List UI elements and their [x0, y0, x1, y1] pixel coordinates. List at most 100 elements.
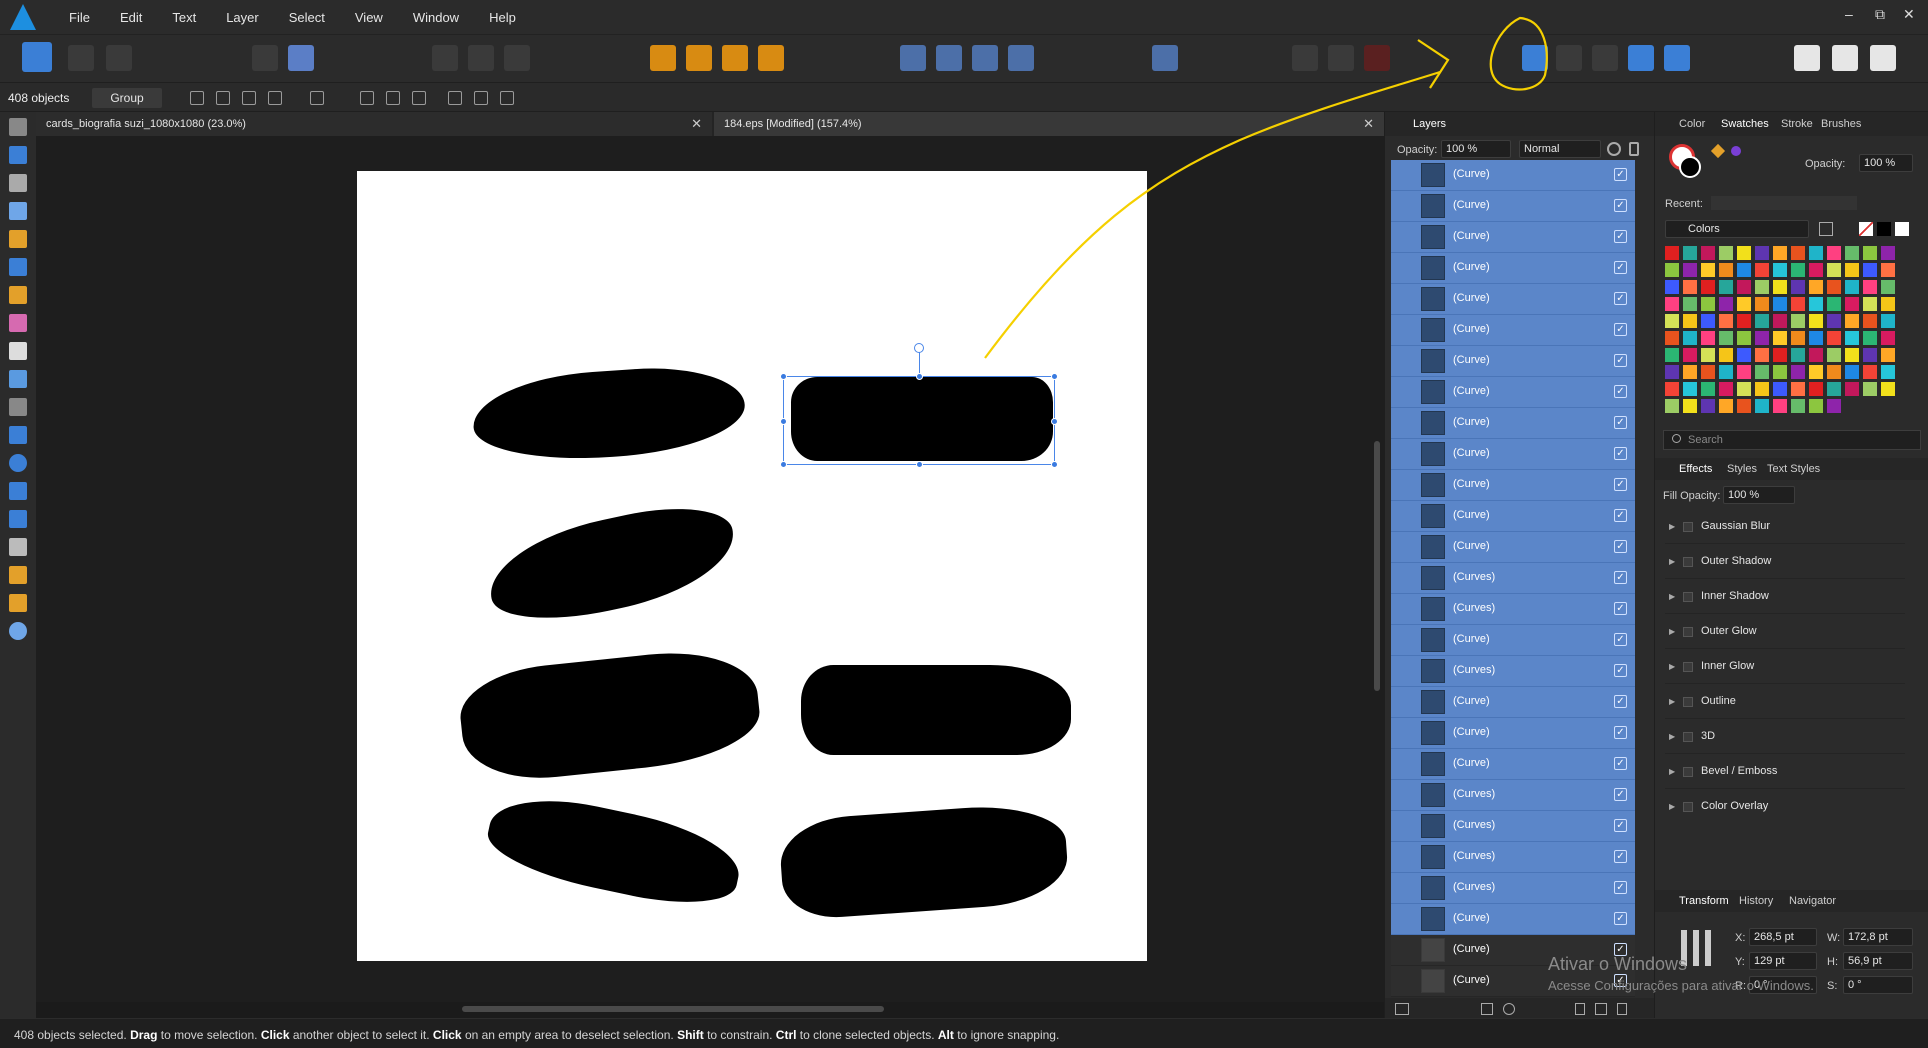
color-swatch[interactable] — [1827, 246, 1841, 260]
effect-outline[interactable]: ▶ Outline — [1665, 685, 1905, 719]
layer-row[interactable]: (Curves) ✓ — [1391, 873, 1635, 904]
adjustment-icon[interactable] — [1503, 1003, 1515, 1015]
layer-row[interactable]: (Curve) ✓ — [1391, 315, 1635, 346]
no-color-swatch[interactable] — [1859, 222, 1873, 236]
layer-row[interactable]: (Curves) ✓ — [1391, 594, 1635, 625]
layer-row[interactable]: (Curve) ✓ — [1391, 346, 1635, 377]
color-swatch[interactable] — [1737, 382, 1751, 396]
color-swatch[interactable] — [1845, 382, 1859, 396]
visibility-checkbox[interactable]: ✓ — [1614, 881, 1627, 894]
color-swatch[interactable] — [1737, 280, 1751, 294]
color-swatch[interactable] — [1863, 382, 1877, 396]
color-swatch[interactable] — [1719, 348, 1733, 362]
color-swatch[interactable] — [1737, 263, 1751, 277]
color-swatch[interactable] — [1845, 331, 1859, 345]
effect-bevel-emboss[interactable]: ▶ Bevel / Emboss — [1665, 755, 1905, 789]
color-swatch[interactable] — [1881, 263, 1895, 277]
color-swatch[interactable] — [1665, 348, 1679, 362]
color-swatch[interactable] — [1881, 297, 1895, 311]
expand-icon[interactable]: ▶ — [1669, 522, 1675, 531]
color-swatch[interactable] — [1863, 297, 1877, 311]
expand-icon[interactable]: ▶ — [1669, 662, 1675, 671]
color-swatch[interactable] — [1863, 365, 1877, 379]
layer-row[interactable]: (Curve) ✓ — [1391, 687, 1635, 718]
visibility-checkbox[interactable]: ✓ — [1614, 664, 1627, 677]
effect-checkbox[interactable] — [1683, 697, 1693, 707]
swatch-grid[interactable] — [1665, 246, 1921, 416]
layer-row[interactable]: (Curves) ✓ — [1391, 780, 1635, 811]
color-swatch[interactable] — [1809, 314, 1823, 328]
color-swatch[interactable] — [1773, 348, 1787, 362]
tab-layers[interactable]: Layers — [1413, 118, 1446, 130]
color-swatch[interactable] — [1827, 314, 1841, 328]
effect-checkbox[interactable] — [1683, 557, 1693, 567]
color-swatch[interactable] — [1701, 331, 1715, 345]
swatch-search[interactable]: Search — [1663, 430, 1921, 450]
color-swatch[interactable] — [1737, 297, 1751, 311]
color-swatch[interactable] — [1863, 246, 1877, 260]
color-swatch[interactable] — [1755, 365, 1769, 379]
color-swatch[interactable] — [1683, 382, 1697, 396]
effect-checkbox[interactable] — [1683, 627, 1693, 637]
y-field[interactable]: 129 pt — [1749, 952, 1817, 970]
stroke-color-well[interactable] — [1679, 156, 1701, 178]
color-swatch[interactable] — [1665, 246, 1679, 260]
color-mode-icon[interactable] — [1731, 146, 1741, 156]
color-swatch[interactable] — [1845, 246, 1859, 260]
visibility-checkbox[interactable]: ✓ — [1614, 726, 1627, 739]
color-swatch[interactable] — [1845, 314, 1859, 328]
visibility-checkbox[interactable]: ✓ — [1614, 819, 1627, 832]
layer-row[interactable]: (Curve) ✓ — [1391, 718, 1635, 749]
color-swatch[interactable] — [1809, 382, 1823, 396]
color-swatch[interactable] — [1719, 365, 1733, 379]
color-swatch[interactable] — [1665, 382, 1679, 396]
visibility-checkbox[interactable]: ✓ — [1614, 509, 1627, 522]
black-swatch[interactable] — [1877, 222, 1891, 236]
color-swatch[interactable] — [1701, 382, 1715, 396]
visibility-checkbox[interactable]: ✓ — [1614, 540, 1627, 553]
expand-icon[interactable]: ▶ — [1669, 697, 1675, 706]
color-swatch[interactable] — [1809, 348, 1823, 362]
color-swatch[interactable] — [1791, 331, 1805, 345]
visibility-checkbox[interactable]: ✓ — [1614, 633, 1627, 646]
color-swatch[interactable] — [1791, 314, 1805, 328]
layer-row[interactable]: (Curve) ✓ — [1391, 749, 1635, 780]
effect-outer-shadow[interactable]: ▶ Outer Shadow — [1665, 545, 1905, 579]
expand-icon[interactable]: ▶ — [1669, 732, 1675, 741]
color-swatch[interactable] — [1737, 399, 1751, 413]
layer-row[interactable]: (Curve) ✓ — [1391, 532, 1635, 563]
layer-row[interactable]: (Curve) ✓ — [1391, 470, 1635, 501]
tab-transform[interactable]: Transform — [1679, 895, 1729, 907]
effect-checkbox[interactable] — [1683, 767, 1693, 777]
visibility-checkbox[interactable]: ✓ — [1614, 230, 1627, 243]
color-swatch[interactable] — [1881, 331, 1895, 345]
layer-stack-icon[interactable] — [1395, 1003, 1409, 1015]
color-swatch[interactable] — [1683, 365, 1697, 379]
color-swatch[interactable] — [1809, 399, 1823, 413]
visibility-checkbox[interactable]: ✓ — [1614, 385, 1627, 398]
color-swatch[interactable] — [1863, 280, 1877, 294]
color-swatch[interactable] — [1791, 297, 1805, 311]
visibility-checkbox[interactable]: ✓ — [1614, 571, 1627, 584]
color-swatch[interactable] — [1827, 348, 1841, 362]
color-swatch[interactable] — [1683, 399, 1697, 413]
color-swatch[interactable] — [1701, 365, 1715, 379]
recent-colors[interactable] — [1711, 196, 1857, 210]
visibility-checkbox[interactable]: ✓ — [1614, 695, 1627, 708]
color-swatch[interactable] — [1755, 382, 1769, 396]
color-swatch[interactable] — [1827, 399, 1841, 413]
color-swatch[interactable] — [1683, 263, 1697, 277]
color-swatch[interactable] — [1773, 280, 1787, 294]
color-swatch[interactable] — [1701, 297, 1715, 311]
color-swatch[interactable] — [1701, 280, 1715, 294]
color-swatch[interactable] — [1683, 246, 1697, 260]
tab-swatches[interactable]: Swatches — [1721, 118, 1769, 130]
color-swatch[interactable] — [1701, 246, 1715, 260]
layer-row[interactable]: (Curves) ✓ — [1391, 563, 1635, 594]
delete-layer-icon[interactable] — [1617, 1003, 1627, 1015]
color-swatch[interactable] — [1683, 314, 1697, 328]
color-swatch[interactable] — [1755, 280, 1769, 294]
tab-color[interactable]: Color — [1679, 118, 1705, 130]
layer-row[interactable]: (Curve) ✓ — [1391, 377, 1635, 408]
color-swatch[interactable] — [1773, 297, 1787, 311]
